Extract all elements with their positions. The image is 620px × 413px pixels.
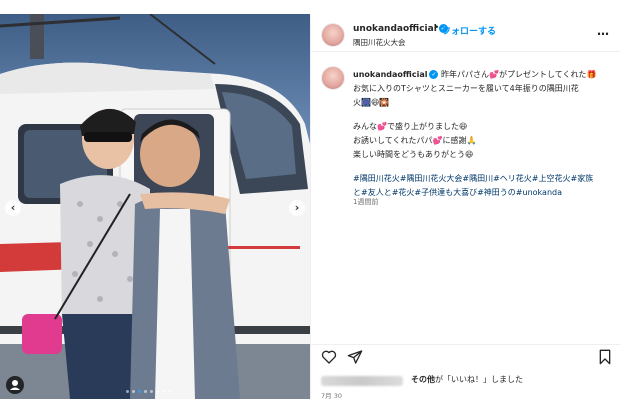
caption-avatar[interactable]: [321, 66, 345, 90]
user-tag-icon: [10, 380, 20, 390]
save-button[interactable]: [598, 349, 612, 369]
carousel-dot: [156, 390, 159, 393]
likes-suffix: が「いいね！」しました: [435, 375, 523, 384]
likes-others-link[interactable]: その他: [411, 375, 435, 384]
separator-dot: •: [434, 23, 440, 33]
caption-line: 昨年パパさん💕がプレゼントしてくれた🎁: [438, 70, 597, 79]
follow-button[interactable]: フォローする: [442, 24, 496, 37]
caption-line: お誘いしてくれたパパ💕に感謝🙏: [353, 136, 477, 145]
liker-username-blurred: [321, 376, 403, 386]
caption-username[interactable]: unokandaofficial: [353, 70, 427, 79]
next-photo-button[interactable]: ›: [289, 200, 305, 216]
likes-text[interactable]: その他が「いいね！」しました: [411, 374, 523, 385]
instagram-post-embed: ‹ › unokandaofficial ✓ • フォローする 隅田川花火大会 …: [0, 14, 620, 400]
post-caption: unokandaofficial ✓ 昨年パパさん💕がプレゼントしてくれた🎁 お気…: [353, 68, 615, 200]
post-header: unokandaofficial ✓ • フォローする 隅田川花火大会 …: [311, 14, 620, 52]
post-detail-panel: unokandaofficial ✓ • フォローする 隅田川花火大会 … uno…: [310, 14, 620, 400]
carousel-dot: [144, 390, 147, 393]
location-link[interactable]: 隅田川花火大会: [353, 37, 406, 48]
actions-divider: [311, 344, 620, 345]
carousel-dot-active: [138, 390, 141, 393]
paper-plane-icon: [347, 350, 363, 364]
caption-line: みんな💕で盛り上がりました😆: [353, 122, 468, 131]
hashtag-links[interactable]: #隅田川花火#隅田川花火大会#隅田川#ヘリ花火#上空花火#家族: [353, 172, 615, 186]
caption-line: お気に入りのTシャツとスニーカーを履いて4年振りの隅田川花: [353, 84, 579, 93]
post-date: 7月 30: [321, 392, 342, 400]
carousel-dot: [168, 390, 171, 393]
caption-line: 楽しい時間をどうもありがとう😆: [353, 150, 474, 159]
heart-icon: [321, 350, 337, 364]
post-photo[interactable]: ‹ ›: [0, 14, 310, 399]
carousel-dot: [150, 390, 153, 393]
avatar[interactable]: [321, 23, 345, 47]
carousel-indicator: [126, 390, 171, 393]
bookmark-icon: [599, 349, 611, 365]
hashtag-links[interactable]: と#友人と#花火#子供達も大喜び#神田うの#unokanda: [353, 186, 615, 200]
carousel-dot: [132, 390, 135, 393]
share-button[interactable]: [347, 349, 363, 369]
tagged-users-button[interactable]: [6, 376, 24, 394]
like-button[interactable]: [321, 349, 337, 369]
helicopter-scene: [0, 14, 310, 399]
carousel-dot: [162, 390, 165, 393]
caption-timestamp: 1週間前: [353, 198, 379, 206]
previous-photo-button[interactable]: ‹: [5, 200, 21, 216]
likes-summary: その他が「いいね！」しました: [321, 374, 620, 388]
username-text[interactable]: unokandaofficial: [353, 24, 437, 34]
more-options-button[interactable]: …: [597, 24, 610, 38]
carousel-dot: [126, 390, 129, 393]
caption-line: 火🎆😆🎇: [353, 98, 390, 107]
